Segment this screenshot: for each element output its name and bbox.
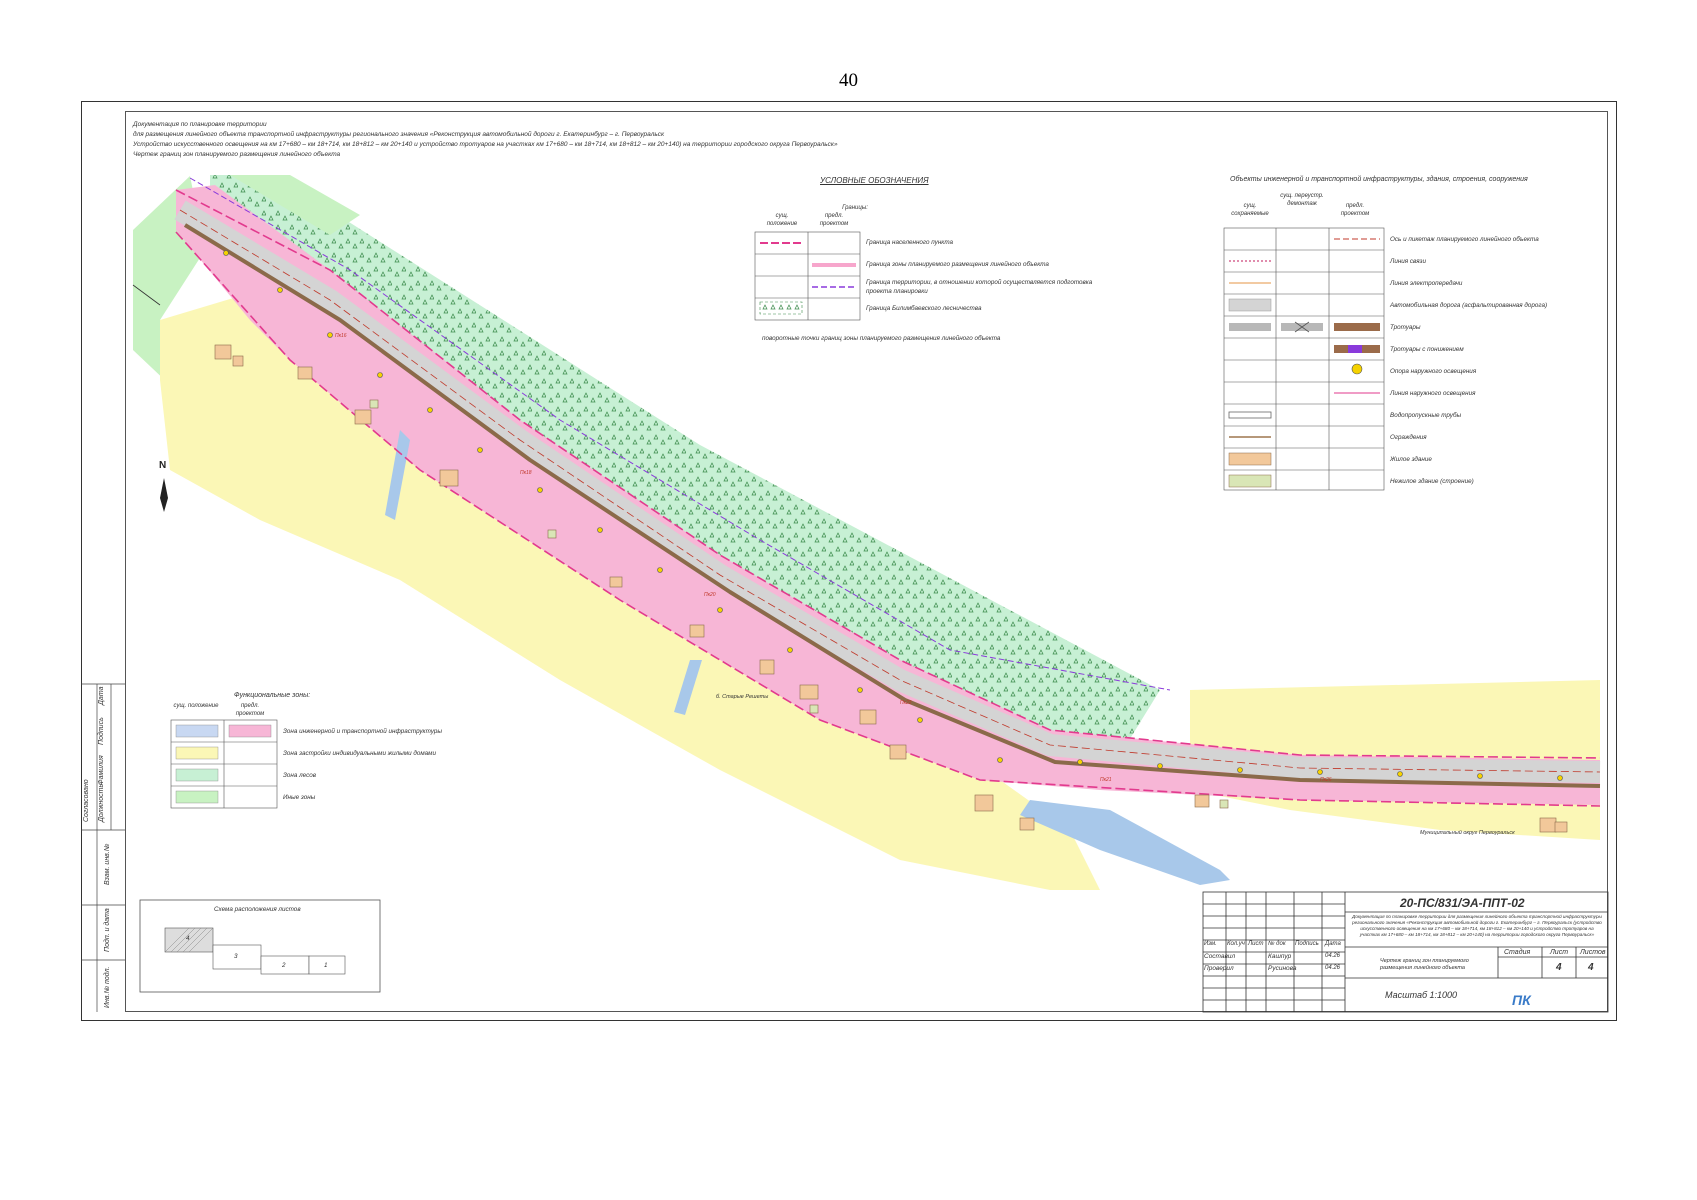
legend-row-forestry: Граница Билимбаевского лесничества [866, 305, 982, 312]
tb-date-compiled: 04.26 [1325, 953, 1341, 959]
tb-sheet-number: 4 [1556, 962, 1562, 973]
tb-role-checked: Проверил [1204, 965, 1234, 972]
tb-sheets-number: 4 [1588, 962, 1594, 973]
tb-scale: Масштаб 1:1000 [1385, 990, 1458, 1000]
tb-name-compiled: Кашпур [1268, 953, 1292, 960]
street-label: б. Старые Решеты [716, 694, 769, 700]
doc-description: Документация по планировке территории дл… [1352, 914, 1602, 937]
north-label: N [159, 460, 167, 471]
stamp-signature: Подпись [98, 717, 105, 745]
tb-col-signature: Подпись [1295, 941, 1319, 947]
tb-name-checked: Русинова [1268, 965, 1297, 972]
legend-obj-sidewalk: Тротуары [1390, 324, 1421, 331]
tb-sheets-label: Листов [1580, 949, 1606, 956]
legend-row-zone: Граница зоны планируемого размещения лин… [866, 261, 1049, 268]
settlement-label: Муниципальный округ Первоуральск [1420, 830, 1515, 836]
legend-zone-infra: Зона инженерной и транспортной инфрастру… [283, 728, 442, 735]
station-label: Пк18 [520, 470, 532, 476]
scheme-sheet-2: 2 [282, 962, 286, 969]
legend-obj-comm: Линия связи [1390, 258, 1426, 265]
legend-obj-sidewalk-lowered: Тротуары с понижением [1390, 346, 1464, 353]
doc-code: 20-ПС/831/ЭА-ППТ-02 [1400, 896, 1525, 910]
legend-objects-table [1223, 227, 1385, 491]
legend-zones-col2: предл. проектом [235, 703, 265, 717]
station-label: Пк26 [1320, 777, 1332, 783]
stamp-agreed: Согласовано [83, 779, 90, 822]
stamp-position: Должность [98, 783, 105, 822]
legend-title: УСЛОВНЫЕ ОБОЗНАЧЕНИЯ [820, 176, 929, 185]
station-label: Пк16 [335, 333, 347, 339]
station-label: Пк20 [704, 592, 716, 598]
legend-obj-nonres: Нежилое здание (строение) [1390, 478, 1474, 485]
legend-objects-col3: предл. проектом [1340, 203, 1370, 217]
legend-objects-title: Объекты инженерной и транспортной инфрас… [1230, 176, 1528, 183]
scheme-sheet-3: 3 [234, 953, 238, 960]
stamp-surname: Фамилия [98, 755, 105, 785]
header-line-1: Документация по планировке территории [133, 121, 267, 128]
stamp-date: Дата [98, 686, 105, 705]
legend-obj-pole: Опора наружного освещения [1390, 368, 1477, 375]
legend-row-plan-territory: Граница территории, в отношении которой … [866, 279, 1093, 295]
legend-zone-other: Иные зоны [283, 794, 316, 801]
legend-col-proposed: предл. проектом [819, 213, 849, 227]
legend-zones-col1: сущ. положение [173, 703, 219, 709]
tb-stage-label: Стадия [1504, 949, 1531, 956]
tb-col-count: Кол.уч [1227, 941, 1245, 947]
stamp-replaces: Взам. инв.№ [104, 843, 111, 885]
stamp-inventory: Инв.№ подл. [104, 966, 111, 1009]
header-line-2: для размещения линейного объекта транспо… [133, 131, 665, 138]
station-label: Пк21 [1100, 777, 1112, 783]
tb-role-compiled: Составил [1204, 953, 1236, 960]
legend-obj-fence: Ограждения [1390, 434, 1427, 441]
stamp-sign-date: Подп. и дата [104, 908, 111, 952]
legend-obj-axis: Ось и пикетаж планируемого линейного объ… [1390, 236, 1539, 243]
north-arrow [160, 478, 168, 512]
tb-col-change: Изм. [1204, 941, 1217, 947]
scheme-title: Схема расположения листов [214, 906, 301, 913]
header-line-4: Чертеж границ зон планируемого размещени… [133, 151, 341, 158]
legend-note-points: поворотные точки границ зоны планируемог… [762, 335, 1001, 342]
tb-sheet-label: Лист [1550, 949, 1569, 956]
legend-objects-col2: сущ. переустр. демонтаж [1280, 193, 1324, 207]
legend-zones-title: Функциональные зоны: [234, 692, 311, 699]
legend-obj-culvert: Водопропускные трубы [1390, 412, 1462, 419]
legend-obj-light-line: Линия наружного освещения [1390, 390, 1476, 397]
company-logo: ПК [1512, 992, 1531, 1008]
legend-objects-col1: сущ. сохраняемые [1231, 203, 1269, 217]
legend-obj-road: Автомобильная дорога (асфальтированная д… [1390, 302, 1548, 309]
station-label: Пк22 [900, 700, 912, 706]
tb-col-sheet: Лист [1248, 941, 1264, 947]
tb-drawing-name: Чертеж границ зон планируемого размещени… [1380, 958, 1469, 971]
legend-row-settlement: Граница населенного пункта [866, 239, 954, 246]
scheme-sheet-4: 4 [186, 935, 190, 942]
scheme-sheet-1: 1 [324, 962, 328, 969]
legend-obj-house: Жилое здание [1390, 456, 1432, 463]
legend-obj-power: Линия электропередачи [1390, 280, 1463, 287]
tb-col-date: Дата [1325, 941, 1341, 947]
legend-zone-forest: Зона лесов [283, 772, 317, 779]
drawing-header: Документация по планировке территории дл… [133, 120, 838, 160]
legend-group-header: Границы: [842, 205, 868, 211]
legend-zone-residential: Зона застройки индивидуальными жилыми до… [283, 750, 436, 757]
header-line-3: Устройство искусственного освещения на к… [133, 141, 838, 148]
legend-col-existing: сущ. положение [766, 213, 798, 227]
tb-date-checked: 04.26 [1325, 965, 1341, 971]
tb-col-docnum: № док [1268, 941, 1286, 947]
